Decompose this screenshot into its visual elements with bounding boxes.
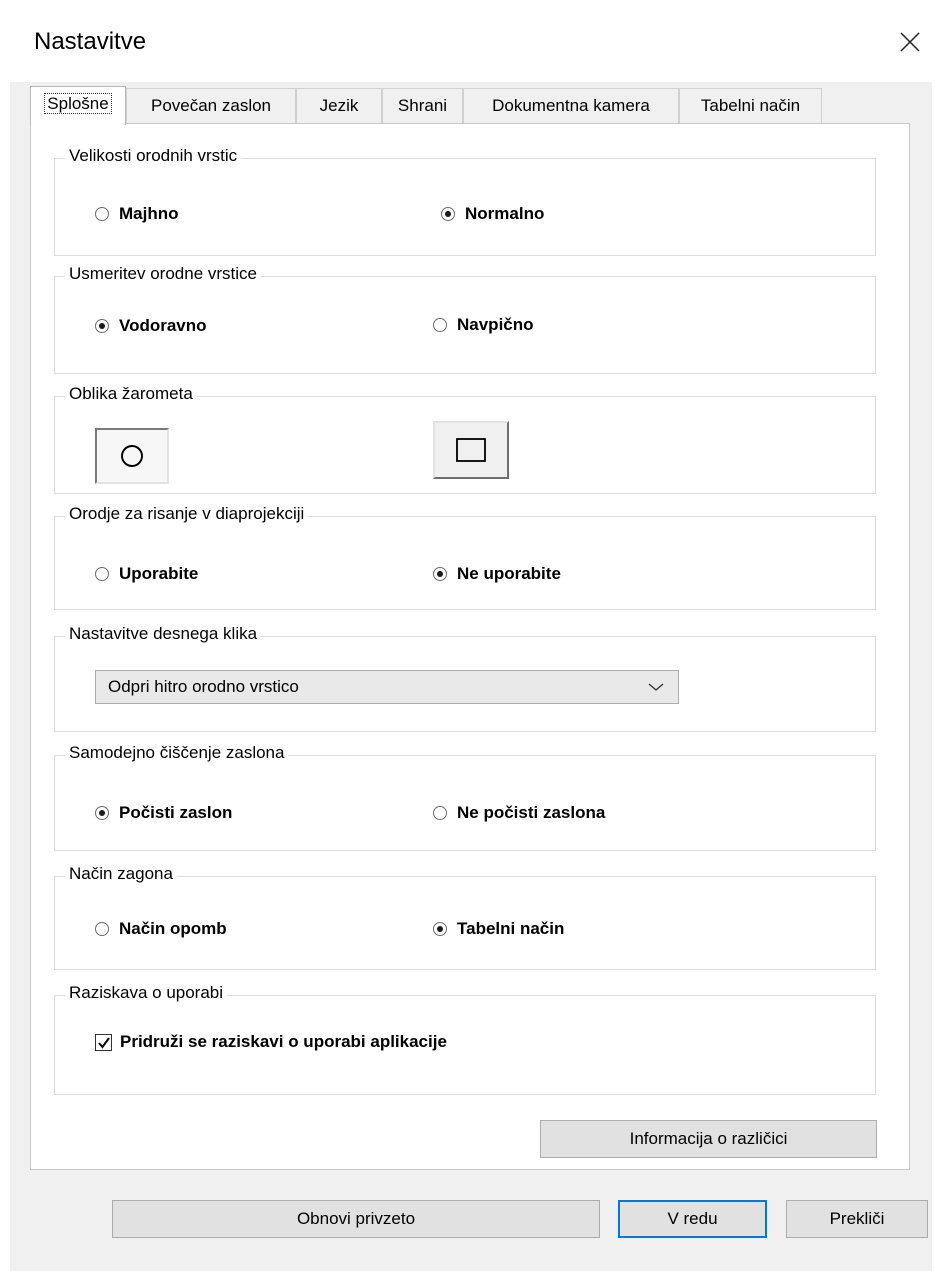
tab-save[interactable]: Shrani [382, 88, 463, 124]
radio-indicator [95, 922, 109, 936]
radio-normal[interactable]: Normalno [441, 202, 544, 226]
checkbox-label: Pridruži se raziskavi o uporabi aplikaci… [120, 1032, 447, 1051]
group-label: Orodje za risanje v diaprojekciji [65, 503, 309, 525]
radio-label: Počisti zaslon [119, 803, 233, 822]
radio-label: Navpično [457, 315, 534, 334]
close-button[interactable] [888, 20, 932, 64]
tab-document-camera[interactable]: Dokumentna kamera [463, 88, 679, 124]
square-spotlight-button[interactable] [433, 421, 509, 479]
radio-label: Normalno [465, 204, 545, 223]
radio-annotation-mode[interactable]: Način opomb [95, 917, 227, 941]
tab-label: Splošne [44, 93, 112, 114]
title-bar: Nastavitve [0, 0, 935, 82]
radio-indicator [95, 207, 109, 221]
group-startup-mode: Način zagona Način opomb Tabelni način [54, 863, 876, 970]
group-toolbar-size: Velikosti orodnih vrstic Majhno Normalno [54, 145, 876, 256]
radio-horizontal[interactable]: Vodoravno [95, 314, 207, 338]
window-left-edge [0, 82, 10, 1271]
group-label: Samodejno čiščenje zaslona [65, 742, 289, 764]
radio-label: Majhno [119, 204, 179, 223]
radio-label: Ne uporabite [457, 564, 561, 583]
circle-spotlight-button[interactable] [95, 428, 169, 484]
radio-vertical[interactable]: Navpično [433, 313, 534, 337]
restore-defaults-button[interactable]: Obnovi privzeto [112, 1200, 600, 1238]
circle-icon [121, 445, 143, 467]
tab-label: Dokumentna kamera [492, 96, 650, 115]
version-info-button[interactable]: Informacija o različici [540, 1120, 877, 1158]
group-label: Raziskava o uporabi [65, 982, 228, 1004]
right-click-select[interactable]: Odpri hitro orodno vrstico [95, 670, 679, 704]
tab-general[interactable]: Splošne [30, 86, 126, 125]
group-right-click: Nastavitve desnega klika Odpri hitro oro… [54, 623, 876, 732]
radio-clear-screen[interactable]: Počisti zaslon [95, 801, 232, 825]
group-spotlight-shape: Oblika žarometa [54, 383, 876, 494]
radio-indicator [433, 318, 447, 332]
group-usage-survey: Raziskava o uporabi Pridruži se raziskav… [54, 982, 876, 1095]
tab-language[interactable]: Jezik [296, 88, 382, 124]
group-label: Nastavitve desnega klika [65, 623, 262, 645]
radio-do-not-clear[interactable]: Ne počisti zaslona [433, 801, 605, 825]
radio-indicator [441, 207, 455, 221]
group-toolbar-orientation: Usmeritev orodne vrstice Vodoravno Navpi… [54, 263, 876, 374]
tab-label: Tabelni način [700, 96, 801, 115]
radio-use[interactable]: Uporabite [95, 562, 198, 586]
group-drawing-tool: Orodje za risanje v diaprojekciji Uporab… [54, 503, 876, 610]
radio-label: Uporabite [119, 564, 199, 583]
tab-whiteboard-mode[interactable]: Tabelni način [679, 88, 822, 124]
radio-label: Ne počisti zaslona [457, 803, 606, 822]
cancel-button[interactable]: Prekliči [786, 1200, 928, 1238]
window-title: Nastavitve [34, 28, 147, 55]
radio-small[interactable]: Majhno [95, 202, 179, 226]
group-label: Velikosti orodnih vrstic [65, 145, 242, 167]
tab-label: Povečan zaslon [150, 96, 272, 115]
group-label: Usmeritev orodne vrstice [65, 263, 262, 285]
radio-do-not-use[interactable]: Ne uporabite [433, 562, 561, 586]
radio-label: Vodoravno [119, 316, 207, 335]
chevron-down-icon [646, 679, 666, 695]
radio-whiteboard-mode[interactable]: Tabelni način [433, 917, 564, 941]
radio-indicator [433, 567, 447, 581]
radio-label: Način opomb [119, 919, 227, 938]
radio-indicator [433, 806, 447, 820]
radio-indicator [95, 567, 109, 581]
tab-label: Shrani [397, 96, 448, 115]
radio-indicator [95, 319, 109, 333]
square-icon [456, 438, 486, 462]
radio-indicator [433, 922, 447, 936]
settings-dialog: Nastavitve Splošne Povečan zaslon Jezik … [0, 0, 935, 1271]
group-auto-clear: Samodejno čiščenje zaslona Počisti zaslo… [54, 742, 876, 851]
tab-magnifier[interactable]: Povečan zaslon [126, 88, 296, 124]
group-label: Oblika žarometa [65, 383, 197, 405]
checkmark-icon [98, 1036, 110, 1049]
select-value: Odpri hitro orodno vrstico [108, 677, 299, 696]
group-label: Način zagona [65, 863, 177, 885]
checkbox-box [95, 1033, 112, 1051]
radio-label: Tabelni način [457, 919, 565, 938]
ok-button[interactable]: V redu [618, 1200, 767, 1238]
close-icon [900, 32, 920, 52]
usage-survey-checkbox[interactable]: Pridruži se raziskavi o uporabi aplikaci… [95, 1030, 447, 1054]
tab-label: Jezik [319, 96, 359, 115]
radio-indicator [95, 806, 109, 820]
